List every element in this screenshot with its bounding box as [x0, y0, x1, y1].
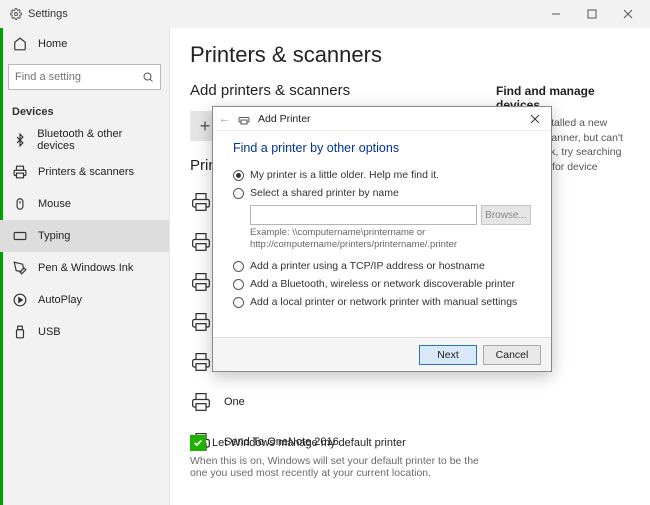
pen-icon [12, 260, 28, 276]
radio-icon [233, 297, 244, 308]
home-icon [12, 36, 28, 52]
option-older-printer[interactable]: My printer is a little older. Help me fi… [233, 169, 531, 181]
dialog-heading: Find a printer by other options [233, 141, 531, 155]
option-shared-name[interactable]: Select a shared printer by name [233, 187, 531, 199]
nav-label: Printers & scanners [38, 166, 134, 178]
back-icon[interactable]: ← [219, 113, 230, 125]
browse-button[interactable]: Browse... [481, 205, 531, 225]
printer-icon [12, 164, 28, 180]
nav-label: AutoPlay [38, 294, 82, 306]
cancel-button[interactable]: Cancel [483, 345, 541, 365]
printer-item-label: One [224, 396, 245, 408]
nav-label: Mouse [38, 198, 71, 210]
option-tcpip[interactable]: Add a printer using a TCP/IP address or … [233, 260, 531, 272]
nav-home[interactable]: Home [0, 28, 169, 60]
next-button[interactable]: Next [419, 345, 477, 365]
path-example: Example: \\computername\printername or h… [250, 227, 531, 252]
printer-icon [190, 271, 212, 293]
default-checkbox[interactable] [190, 435, 206, 451]
radio-icon [233, 279, 244, 290]
nav-bluetooth[interactable]: Bluetooth & other devices [0, 124, 169, 156]
option-bluetooth[interactable]: Add a Bluetooth, wireless or network dis… [233, 278, 531, 290]
nav-label: Bluetooth & other devices [37, 128, 157, 152]
nav-usb[interactable]: USB [0, 316, 169, 348]
option-local[interactable]: Add a local printer or network printer w… [233, 296, 531, 308]
printer-icon [190, 351, 212, 373]
nav-label: USB [38, 326, 61, 338]
nav-label: Typing [38, 230, 70, 242]
usb-icon [12, 324, 28, 340]
printer-icon [238, 113, 250, 125]
add-printer-dialog: ← Add Printer Find a printer by other op… [212, 106, 552, 372]
dialog-title: Add Printer [258, 113, 311, 125]
dialog-body: Find a printer by other options My print… [213, 131, 551, 324]
default-sublabel: When this is on, Windows will set your d… [190, 455, 490, 479]
radio-icon [233, 261, 244, 272]
maximize-button[interactable] [574, 0, 610, 28]
mouse-icon [12, 196, 28, 212]
radio-icon [233, 188, 244, 199]
search-icon [142, 71, 154, 83]
bluetooth-icon [12, 132, 27, 148]
nav-printers[interactable]: Printers & scanners [0, 156, 169, 188]
printer-icon [190, 311, 212, 333]
radio-icon [233, 170, 244, 181]
nav-autoplay[interactable]: AutoPlay [0, 284, 169, 316]
nav-mouse[interactable]: Mouse [0, 188, 169, 220]
nav-pen[interactable]: Pen & Windows Ink [0, 252, 169, 284]
settings-search[interactable] [8, 64, 161, 90]
minimize-button[interactable] [538, 0, 574, 28]
shared-printer-path-input[interactable] [250, 205, 477, 225]
sidebar-section: Devices [0, 98, 169, 124]
printer-icon [190, 391, 212, 413]
dialog-footer: Next Cancel [213, 337, 551, 371]
nav-home-label: Home [38, 38, 67, 50]
window-title: Settings [28, 8, 68, 20]
nav-label: Pen & Windows Ink [38, 262, 133, 274]
settings-sidebar: Home Devices Bluetooth & other devices P… [0, 28, 170, 505]
dialog-close-button[interactable] [523, 109, 547, 129]
page-title: Printers & scanners [170, 28, 650, 76]
autoplay-icon [12, 292, 28, 308]
nav-typing[interactable]: Typing [0, 220, 169, 252]
search-input[interactable] [15, 71, 135, 83]
default-label: Let Windows manage my default printer [212, 437, 406, 449]
keyboard-icon [12, 228, 28, 244]
default-printer-row: Let Windows manage my default printer Wh… [190, 435, 630, 479]
gear-icon [10, 8, 22, 20]
fax-icon [190, 191, 212, 213]
window-titlebar: Settings [0, 0, 650, 28]
printer-item[interactable]: One [190, 384, 630, 420]
dialog-titlebar: ← Add Printer [213, 107, 551, 131]
printer-icon [190, 231, 212, 253]
close-button[interactable] [610, 0, 646, 28]
